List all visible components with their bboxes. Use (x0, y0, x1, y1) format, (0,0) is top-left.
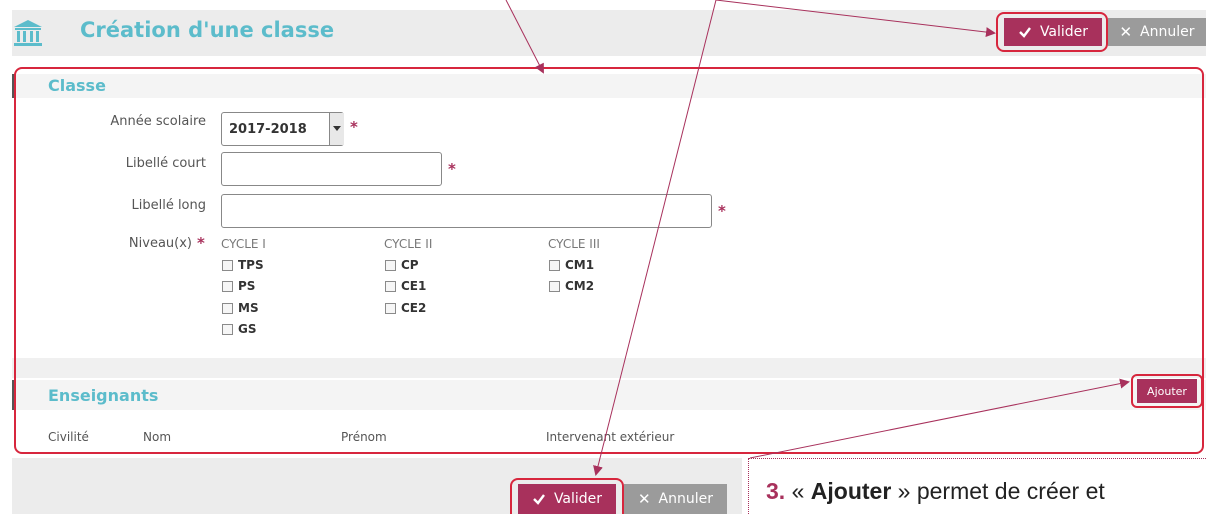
arrow-to-add (749, 378, 1130, 459)
annotation-arrows (505, 0, 1130, 476)
arrow-to-validate-bottom (593, 0, 717, 476)
arrow-to-form (505, 0, 544, 74)
arrow-to-validate-top (715, 0, 996, 38)
